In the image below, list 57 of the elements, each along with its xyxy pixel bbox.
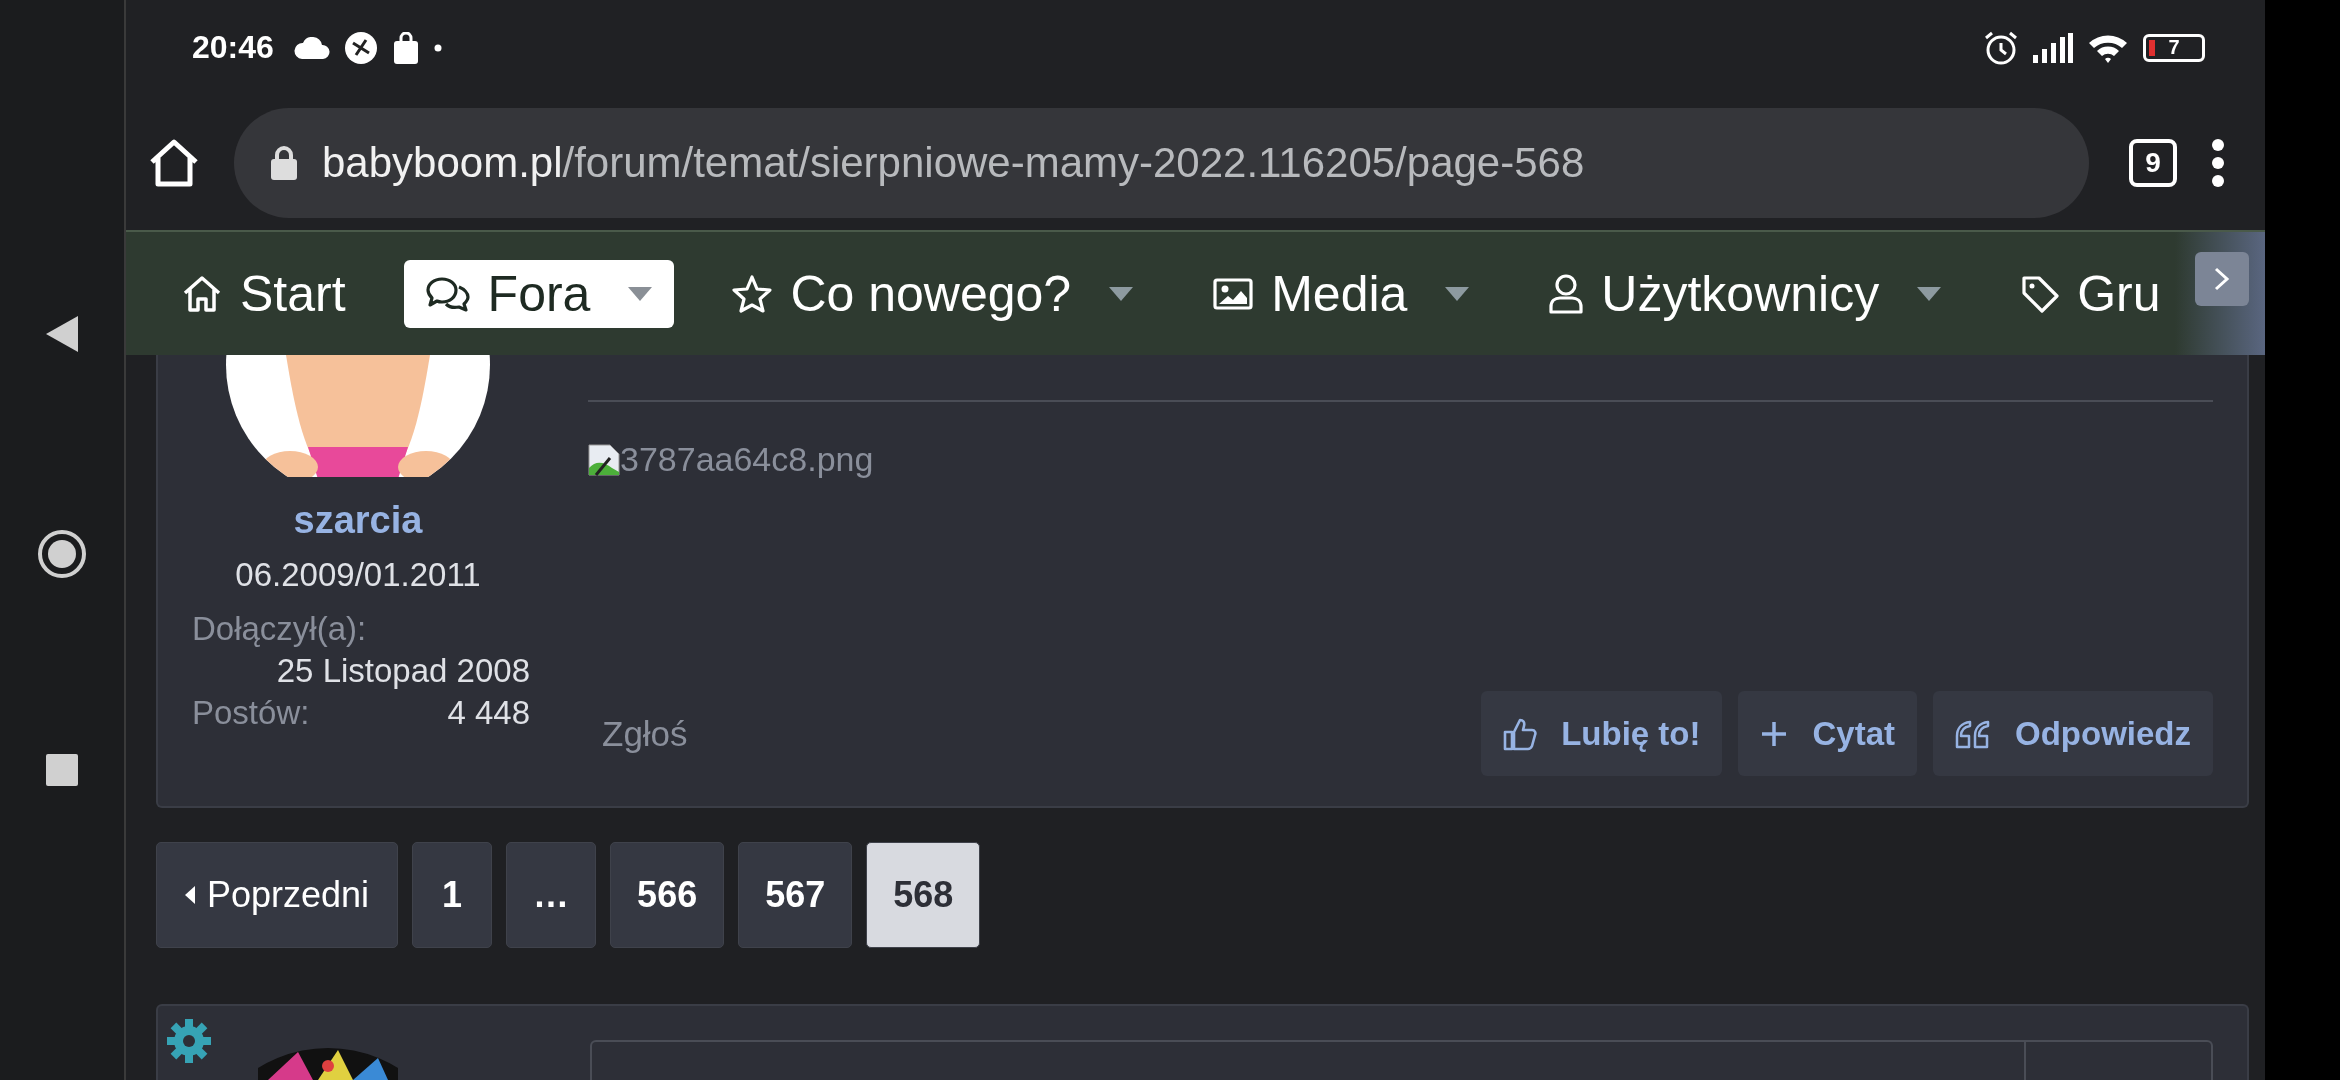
- nav-tab[interactable]: Fora: [403, 259, 675, 328]
- page-button[interactable]: 1: [412, 842, 493, 948]
- posts-count: 4 448: [447, 694, 530, 732]
- menu-icon[interactable]: [2211, 137, 2225, 188]
- alarm-icon: [1983, 29, 2019, 66]
- nav-tab[interactable]: Media: [1191, 259, 1492, 328]
- image-icon: [1213, 277, 1254, 310]
- joined-date: 25 Listopad 2008: [276, 652, 530, 690]
- nav-tab[interactable]: Start: [160, 259, 368, 328]
- battery-icon: 7: [2143, 33, 2205, 62]
- thumbs-up-icon: [1503, 716, 1538, 751]
- report-link[interactable]: Zgłoś: [602, 713, 688, 754]
- home-icon: [182, 274, 222, 313]
- posts-label: Postów:: [192, 694, 310, 732]
- home-circle-icon[interactable]: [37, 529, 87, 579]
- nav-tab[interactable]: Co nowego?: [710, 259, 1156, 328]
- tag-icon: [2021, 274, 2060, 313]
- cloud-icon: [293, 36, 330, 59]
- reply-button[interactable]: Odpowiedz: [1933, 691, 2213, 776]
- url-text: babyboom.pl/forum/temat/sierpniowe-mamy-2022.116205/page-568: [322, 138, 1585, 187]
- shopping-bag-icon: [391, 31, 420, 64]
- page-button[interactable]: 566: [610, 842, 725, 948]
- broken-image-icon: [588, 443, 620, 476]
- plus-icon: [1760, 719, 1789, 748]
- nav-tab[interactable]: Użytkownicy: [1527, 259, 1964, 328]
- page-button[interactable]: 568: [866, 842, 981, 948]
- back-icon[interactable]: [44, 314, 80, 354]
- address-bar[interactable]: babyboom.pl/forum/temat/sierpniowe-mamy-2022.116205/page-568: [234, 107, 2089, 218]
- chevron-right-icon: [2213, 266, 2231, 292]
- signal-icon: [2033, 32, 2073, 63]
- clock-time: 20:46: [192, 29, 274, 66]
- dot-icon: [433, 43, 442, 52]
- scroll-right-button[interactable]: [2195, 252, 2249, 306]
- app-notification-icon: [343, 30, 378, 65]
- caret-icon[interactable]: [628, 286, 653, 301]
- tab-count-button[interactable]: 9: [2129, 138, 2177, 187]
- caret-icon[interactable]: [1917, 286, 1942, 301]
- joined-label: Dołączył(a):: [192, 610, 368, 648]
- star-icon: [732, 274, 773, 313]
- home-icon[interactable]: [148, 137, 200, 188]
- gear-icon[interactable]: [166, 1018, 212, 1064]
- caret-icon[interactable]: [1109, 286, 1134, 301]
- previous-page-button[interactable]: Poprzedni: [156, 842, 399, 948]
- user-icon: [1549, 273, 1584, 314]
- caret-icon[interactable]: [1445, 286, 1470, 301]
- quote-button[interactable]: Cytat: [1738, 691, 1917, 776]
- chat-bubbles-icon: [425, 275, 470, 312]
- page-button[interactable]: …: [506, 842, 597, 948]
- page-button[interactable]: 567: [738, 842, 853, 948]
- author-name[interactable]: szarcia: [293, 499, 423, 542]
- like-button[interactable]: Lubię to!: [1481, 691, 1723, 776]
- caret-left-icon: [185, 886, 195, 904]
- user-title: 06.2009/01.2011: [235, 556, 481, 594]
- image-alt-text: 3787aa64c8.png: [620, 440, 874, 479]
- quote-marks-icon: [1955, 718, 1991, 749]
- lock-icon: [270, 145, 298, 180]
- nav-tab[interactable]: Gru: [1999, 259, 2183, 328]
